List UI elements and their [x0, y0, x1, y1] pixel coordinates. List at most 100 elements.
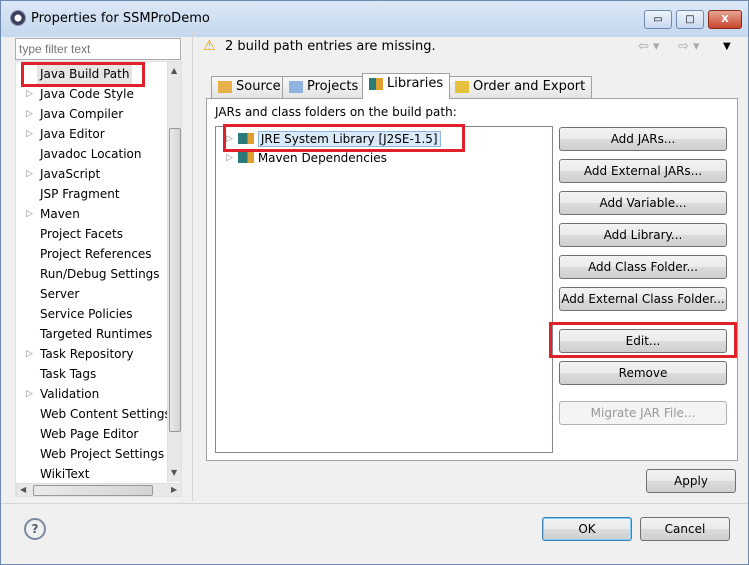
sidebar-item-label: Javadoc Location — [40, 147, 142, 161]
sidebar-item-label: Service Policies — [40, 307, 133, 321]
scroll-up-icon[interactable]: ▲ — [171, 66, 177, 75]
horizontal-scrollbar[interactable]: ◀ ▶ — [16, 483, 181, 496]
sidebar-item-label: Java Code Style — [40, 87, 134, 101]
sidebar-item-label: Server — [40, 287, 80, 301]
sidebar-item-label: Maven — [40, 207, 80, 221]
sidebar-item-label: Run/Debug Settings — [40, 267, 160, 281]
sidebar-item[interactable]: Web Page Editor — [40, 424, 138, 444]
sidebar-item-label: Project References — [40, 247, 152, 261]
sidebar-item-label: Targeted Runtimes — [40, 327, 153, 341]
scroll-left-icon[interactable]: ◀ — [20, 485, 26, 494]
sidebar-item[interactable]: ▷ Java Compiler — [26, 104, 124, 124]
sidebar-item-label: JavaScript — [40, 167, 101, 181]
remove-button[interactable]: Remove — [559, 361, 727, 385]
add-jars-button[interactable]: Add JARs... — [559, 127, 727, 151]
expand-icon[interactable]: ▷ — [26, 204, 33, 224]
filter-input[interactable] — [15, 38, 181, 60]
scroll-down-icon[interactable]: ▼ — [171, 468, 177, 477]
scroll-thumb[interactable] — [169, 128, 181, 432]
sidebar-item-label: Task Repository — [40, 347, 134, 361]
sidebar-item-label: Task Tags — [40, 367, 97, 381]
divider — [1, 503, 748, 504]
expand-icon[interactable]: ▷ — [26, 124, 33, 144]
list-item[interactable]: ▷ JRE System Library [J2SE-1.5] — [226, 129, 441, 149]
apply-button[interactable]: Apply — [646, 469, 736, 493]
hscroll-thumb[interactable] — [33, 485, 153, 496]
tab-source[interactable]: Source — [211, 76, 288, 98]
tab-libraries[interactable]: Libraries — [362, 73, 451, 99]
add-variable-button[interactable]: Add Variable... — [559, 191, 727, 215]
sidebar-item[interactable]: Run/Debug Settings — [40, 264, 160, 284]
sidebar-item[interactable]: Service Policies — [40, 304, 133, 324]
sidebar-item-label: Java Editor — [40, 127, 105, 141]
list-item[interactable]: ▷ Maven Dependencies — [226, 148, 387, 168]
sidebar-item[interactable]: ▷ Validation — [26, 384, 100, 404]
library-icon — [238, 133, 254, 144]
sidebar-item[interactable]: ▷ Java Editor — [26, 124, 105, 144]
expand-icon[interactable]: ▷ — [26, 344, 33, 364]
view-menu-icon[interactable]: ▼ — [723, 41, 731, 52]
window-title: Properties for SSMProDemo — [31, 11, 210, 26]
sidebar-item-label: Java Compiler — [40, 107, 124, 121]
migrate-jar-button[interactable]: Migrate JAR File... — [559, 401, 727, 425]
tab-projects[interactable]: Projects — [282, 76, 366, 98]
sidebar-item[interactable]: Project Facets — [40, 224, 123, 244]
add-external-jars-button[interactable]: Add External JARs... — [559, 159, 727, 183]
library-icon — [369, 78, 383, 90]
sidebar-item[interactable]: Javadoc Location — [40, 144, 141, 164]
close-button[interactable]: X — [708, 10, 742, 29]
sash-divider[interactable] — [192, 31, 193, 501]
forward-icon[interactable]: ⇨ ▾ — [678, 39, 700, 54]
expand-icon[interactable]: ▷ — [26, 384, 33, 404]
property-tree: Java Build Path ▷ Java Code Style ▷ Java Com… — [15, 61, 182, 497]
status-message: 2 build path entries are missing. — [225, 39, 436, 54]
sidebar-item-label: Web Project Settings — [40, 447, 165, 461]
sidebar-item[interactable]: WikiText — [40, 464, 90, 484]
sidebar-item[interactable]: Java Build Path — [37, 64, 133, 84]
sidebar-item[interactable]: Server — [40, 284, 79, 304]
sidebar-item-label: Java Build Path — [40, 67, 130, 81]
sidebar-item[interactable]: Project References — [40, 244, 152, 264]
sidebar-item-label: Web Content Settings — [40, 407, 171, 421]
back-icon[interactable]: ⇦ ▾ — [638, 39, 660, 54]
edit-button[interactable]: Edit... — [559, 329, 727, 353]
expand-icon[interactable]: ▷ — [226, 129, 233, 149]
minimize-button[interactable]: ▭ — [644, 10, 672, 29]
add-library-button[interactable]: Add Library... — [559, 223, 727, 247]
expand-icon[interactable]: ▷ — [26, 84, 33, 104]
sidebar-item[interactable]: JSP Fragment — [40, 184, 120, 204]
order-icon — [455, 81, 469, 93]
sidebar-item-label: JSP Fragment — [40, 187, 120, 201]
sidebar-item-label: WikiText — [40, 467, 90, 481]
sidebar-item[interactable]: ▷ JavaScript — [26, 164, 101, 184]
sidebar-item[interactable]: Task Tags — [40, 364, 96, 384]
vertical-scrollbar[interactable]: ▲ ▼ — [167, 62, 181, 482]
add-class-folder-button[interactable]: Add Class Folder... — [559, 255, 727, 279]
sidebar-item[interactable]: ▷ Maven — [26, 204, 80, 224]
tab-order-and-export[interactable]: Order and Export — [448, 76, 593, 98]
expand-icon[interactable]: ▷ — [226, 148, 233, 168]
sidebar-item[interactable]: ▷ Task Repository — [26, 344, 134, 364]
sidebar-item-label: Web Page Editor — [40, 427, 139, 441]
maximize-button[interactable]: □ — [676, 10, 704, 29]
ok-button[interactable]: OK — [542, 517, 632, 541]
sidebar-item-label: Validation — [40, 387, 100, 401]
sidebar-item[interactable]: ▷ Java Code Style — [26, 84, 134, 104]
expand-icon[interactable]: ▷ — [26, 164, 33, 184]
properties-dialog: Properties for SSMProDemo ▭ □ X Java Bui… — [0, 0, 749, 565]
warning-icon: ⚠ — [203, 38, 216, 54]
cancel-button[interactable]: Cancel — [640, 517, 730, 541]
sidebar-item[interactable]: Web Project Settings — [40, 444, 164, 464]
add-external-class-folder-button[interactable]: Add External Class Folder... — [559, 287, 727, 311]
folder-icon — [289, 81, 303, 93]
libraries-label: JARs and class folders on the build path… — [215, 105, 457, 119]
help-icon[interactable]: ? — [24, 518, 46, 540]
scroll-right-icon[interactable]: ▶ — [171, 485, 177, 494]
library-icon — [238, 152, 254, 163]
sidebar-item[interactable]: Web Content Settings — [40, 404, 171, 424]
expand-icon[interactable]: ▷ — [26, 104, 33, 124]
eclipse-icon — [10, 10, 26, 26]
library-list[interactable]: ▷ JRE System Library [J2SE-1.5] ▷ Maven … — [215, 126, 553, 453]
sidebar-item[interactable]: Targeted Runtimes — [40, 324, 152, 344]
source-icon — [218, 81, 232, 93]
